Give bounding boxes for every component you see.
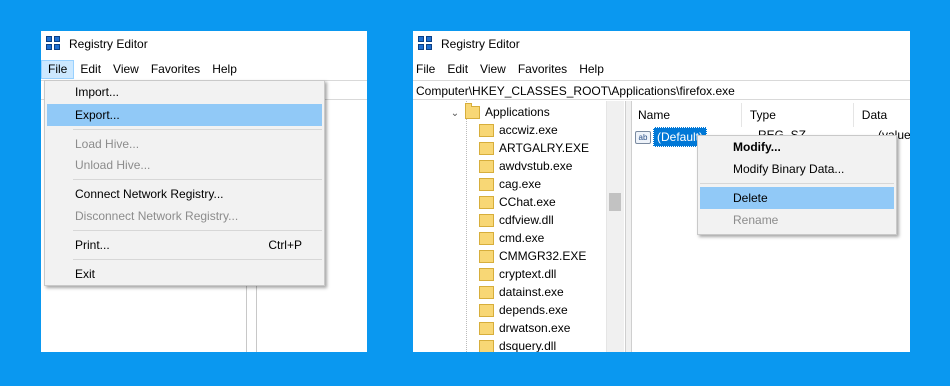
folder-icon (479, 160, 494, 174)
tree-item-label: datainst.exe (499, 285, 564, 299)
menu-help[interactable]: Help (206, 60, 243, 79)
tree-item[interactable]: dsquery.dll (479, 337, 556, 352)
tree-item[interactable]: drwatson.exe (479, 319, 570, 337)
folder-icon (479, 322, 494, 336)
tree-item-label: accwiz.exe (499, 123, 558, 137)
print-shortcut: Ctrl+P (268, 238, 302, 252)
tree-item-label: CChat.exe (499, 195, 556, 209)
folder-icon (479, 196, 494, 210)
menu-item-print[interactable]: Print... Ctrl+P (47, 234, 322, 256)
context-item-delete[interactable]: Delete (700, 187, 894, 209)
tree-item[interactable]: accwiz.exe (479, 121, 558, 139)
menu-edit[interactable]: Edit (74, 60, 107, 79)
menu-favorites[interactable]: Favorites (512, 60, 573, 79)
menu-separator (73, 259, 322, 260)
menu-edit[interactable]: Edit (441, 60, 474, 79)
tree-item-label: CMMGR32.EXE (499, 249, 587, 263)
tree-item[interactable]: cag.exe (479, 175, 541, 193)
tree-item-label: drwatson.exe (499, 321, 571, 335)
tree-item-label: cdfview.dll (499, 213, 554, 227)
menu-bar: File Edit View Favorites Help (413, 58, 910, 80)
address-bar[interactable]: Computer\HKEY_CLASSES_ROOT\Applications\… (413, 80, 910, 100)
folder-icon (479, 142, 494, 156)
registry-editor-icon (418, 36, 434, 52)
scrollbar-thumb[interactable] (609, 193, 621, 211)
menu-item-exit[interactable]: Exit (47, 263, 322, 285)
tree-item[interactable]: awdvstub.exe (479, 157, 572, 175)
menu-item-export[interactable]: Export... (47, 104, 322, 126)
folder-icon (479, 178, 494, 192)
string-value-icon: ab (635, 130, 651, 144)
folder-icon (479, 124, 494, 138)
tree-item-label: cag.exe (499, 177, 542, 191)
menu-bar: File Edit View Favorites Help (41, 58, 367, 80)
tree-item-applications[interactable]: ⌄ Applications (449, 103, 550, 121)
tree-item[interactable]: depends.exe (479, 301, 568, 319)
column-type[interactable]: Type (742, 103, 854, 127)
list-header: Name Type Data (630, 103, 910, 127)
menu-separator (73, 179, 322, 180)
tree-item-label: Applications (485, 105, 550, 119)
tree-item[interactable]: cdfview.dll (479, 211, 554, 229)
folder-icon (479, 340, 494, 352)
menu-item-unload-hive[interactable]: Unload Hive... (47, 154, 322, 176)
menu-item-load-hive[interactable]: Load Hive... (47, 133, 322, 155)
file-menu-dropdown: Import... Export... Load Hive... Unload … (44, 80, 325, 286)
menu-view[interactable]: View (107, 60, 145, 79)
tree-item-label: depends.exe (499, 303, 568, 317)
context-item-rename[interactable]: Rename (700, 209, 894, 231)
folder-icon (479, 232, 494, 246)
menu-separator (700, 183, 894, 184)
tree-item[interactable]: ARTGALRY.EXE (479, 139, 589, 157)
tree-scrollbar[interactable] (606, 101, 624, 352)
pane-splitter[interactable] (625, 101, 632, 352)
column-name[interactable]: Name (630, 103, 742, 127)
menu-help[interactable]: Help (573, 60, 610, 79)
menu-favorites[interactable]: Favorites (145, 60, 206, 79)
context-item-modify[interactable]: Modify... (700, 136, 894, 158)
menu-item-import[interactable]: Import... (47, 81, 322, 103)
title-bar: Registry Editor (413, 31, 910, 57)
tree-item-label: awdvstub.exe (499, 159, 573, 173)
tree-item-label: cryptext.dll (499, 267, 557, 281)
menu-file[interactable]: File (41, 59, 75, 79)
tree-item[interactable]: CMMGR32.EXE (479, 247, 586, 265)
menu-item-disconnect-network-registry[interactable]: Disconnect Network Registry... (47, 205, 322, 227)
tree-item[interactable]: cryptext.dll (479, 265, 556, 283)
window-title: Registry Editor (441, 37, 520, 51)
folder-icon (479, 304, 494, 318)
column-data[interactable]: Data (854, 103, 910, 127)
tree-item-label: cmd.exe (499, 231, 545, 245)
window-title: Registry Editor (69, 37, 148, 51)
title-bar: Registry Editor (41, 31, 367, 57)
folder-icon (479, 250, 494, 264)
context-item-modify-binary[interactable]: Modify Binary Data... (700, 158, 894, 180)
menu-view[interactable]: View (474, 60, 512, 79)
tree-item-label: dsquery.dll (499, 339, 557, 352)
tree-item[interactable]: datainst.exe (479, 283, 564, 301)
folder-icon (479, 214, 494, 228)
tree-item-label: ARTGALRY.EXE (499, 141, 590, 155)
menu-item-print-label: Print... (75, 238, 110, 252)
menu-item-connect-network-registry[interactable]: Connect Network Registry... (47, 183, 322, 205)
folder-icon (479, 286, 494, 300)
registry-tree: ⌄ Applications accwiz.exe ARTGALRY.EXE awdv… (413, 101, 621, 352)
menu-separator (73, 129, 322, 130)
registry-editor-icon (46, 36, 62, 52)
value-context-menu: Modify... Modify Binary Data... Delete R… (697, 135, 897, 235)
menu-separator (73, 230, 322, 231)
folder-icon (479, 268, 494, 282)
menu-file[interactable]: File (413, 60, 441, 79)
tree-item[interactable]: cmd.exe (479, 229, 544, 247)
tree-item[interactable]: CChat.exe (479, 193, 556, 211)
tree-guide-line (466, 101, 467, 352)
chevron-down-icon[interactable]: ⌄ (449, 105, 461, 123)
folder-open-icon (465, 103, 480, 120)
